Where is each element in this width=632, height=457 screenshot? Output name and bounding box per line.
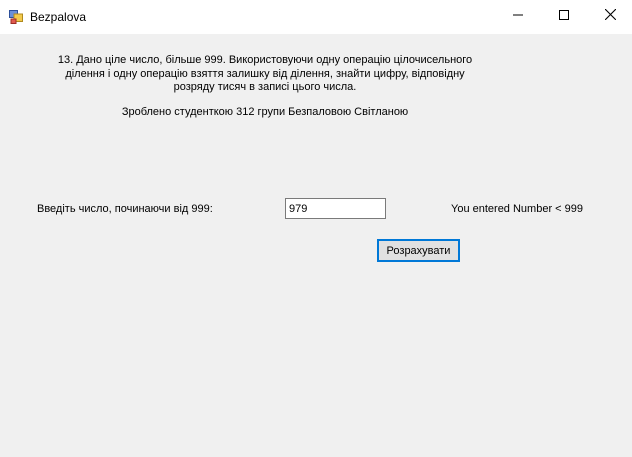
app-icon [9, 10, 23, 24]
task-description-line: 13. Дано ціле число, більше 999. Викорис… [57, 54, 473, 66]
task-description-line: розряду тисяч в записі цього числа. [173, 81, 357, 93]
title-bar[interactable]: Bezpalova [0, 0, 632, 34]
result-label: You entered Number < 999 [451, 203, 583, 215]
task-description-line: ділення і одну операцію взяття залишку в… [65, 67, 465, 80]
calculate-button[interactable]: Розрахувати [377, 239, 460, 262]
author-credit-label: Зроблено студенткою 312 групи Безпаловою… [121, 106, 409, 118]
maximize-icon [559, 9, 569, 23]
window-title: Bezpalova [30, 10, 87, 24]
close-icon [604, 8, 616, 23]
task-description: 13. Дано ціле число, більше 999. Викорис… [40, 54, 490, 95]
number-input[interactable] [285, 198, 386, 219]
minimize-icon [513, 10, 523, 23]
close-button[interactable] [587, 0, 632, 32]
minimize-button[interactable] [495, 0, 541, 32]
maximize-button[interactable] [541, 0, 587, 32]
number-prompt-label: Введіть число, починаючи від 999: [37, 203, 213, 215]
app-window: Bezpalova 13. Дано ціле число, більше 99… [0, 0, 632, 457]
